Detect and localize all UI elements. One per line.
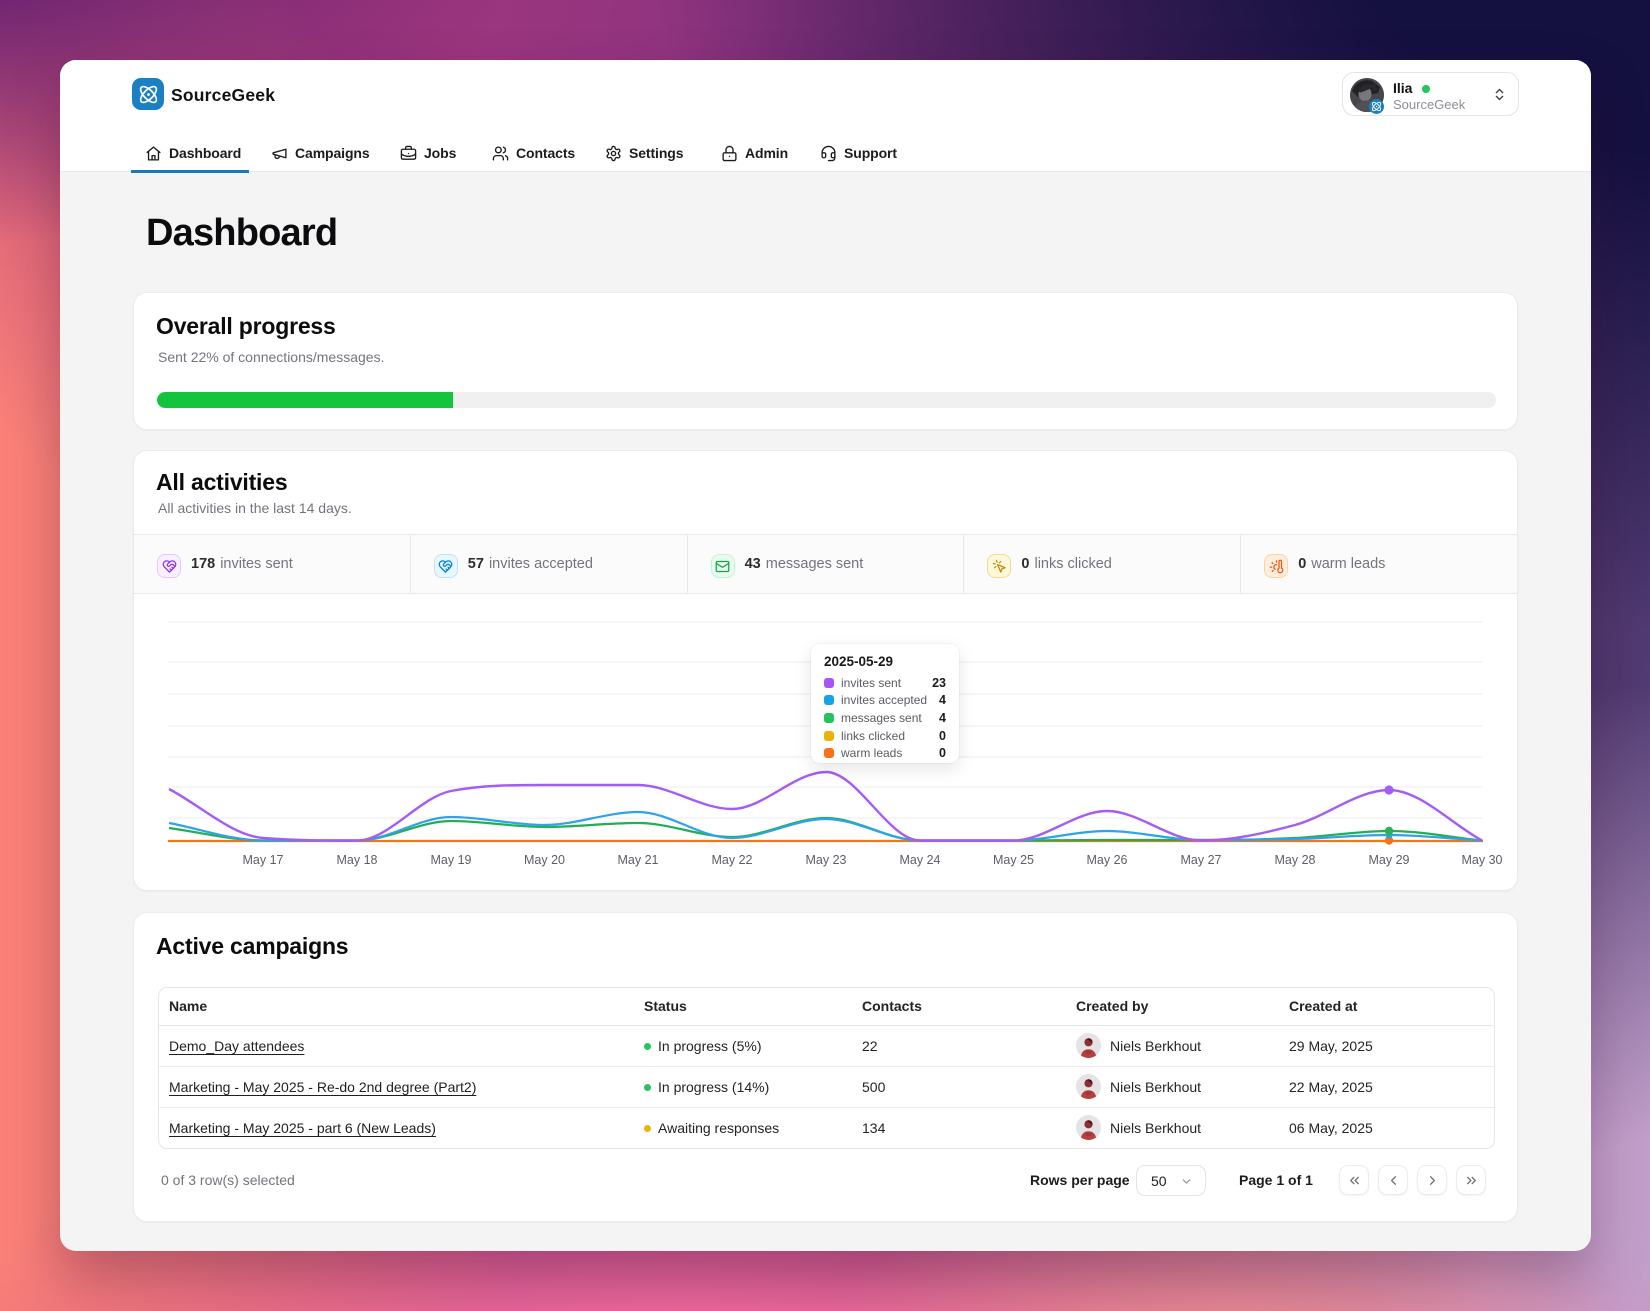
svg-text:May 27: May 27 [1181,853,1222,867]
svg-text:May 24: May 24 [900,853,941,867]
svg-text:May 23: May 23 [806,853,847,867]
svg-text:May 30: May 30 [1462,853,1503,867]
svg-text:May 21: May 21 [618,853,659,867]
svg-text:May 20: May 20 [524,853,565,867]
svg-text:May 17: May 17 [243,853,284,867]
svg-text:May 18: May 18 [337,853,378,867]
svg-text:May 26: May 26 [1087,853,1128,867]
svg-text:May 28: May 28 [1275,853,1316,867]
svg-text:May 22: May 22 [712,853,753,867]
svg-text:May 19: May 19 [431,853,472,867]
svg-text:May 25: May 25 [993,853,1034,867]
svg-text:May 29: May 29 [1369,853,1410,867]
